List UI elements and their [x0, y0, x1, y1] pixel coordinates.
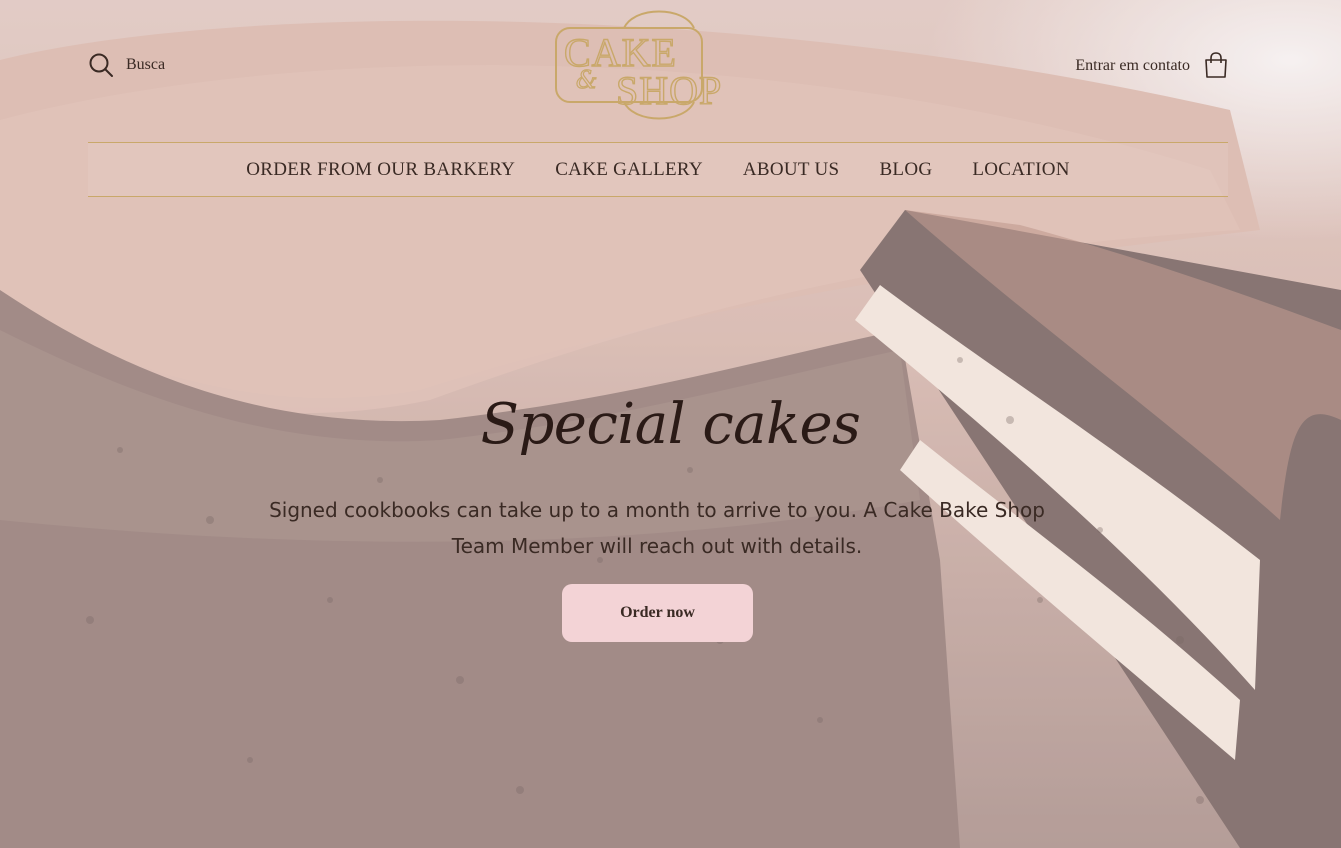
site-header: Busca CAKE SHOP & Entrar em contato	[88, 0, 1228, 142]
search-label[interactable]: Busca	[126, 56, 165, 74]
contact-link[interactable]: Entrar em contato	[1075, 57, 1190, 75]
nav-item-blog[interactable]: BLOG	[879, 159, 932, 181]
search-icon[interactable]	[88, 52, 114, 78]
hero-description: Signed cookbooks can take up to a month …	[269, 498, 1045, 558]
hero-title: Special cakes	[480, 392, 861, 457]
search-button[interactable]: Busca	[88, 52, 165, 78]
svg-text:&: &	[576, 66, 597, 94]
nav-item-order[interactable]: ORDER FROM OUR BARKERY	[246, 159, 515, 181]
main-nav: ORDER FROM OUR BARKERY CAKE GALLERY ABOU…	[88, 142, 1228, 197]
shopping-bag-icon[interactable]	[1204, 52, 1228, 78]
cake-shop-logo[interactable]: CAKE SHOP &	[554, 6, 764, 124]
nav-item-about-us[interactable]: ABOUT US	[743, 159, 840, 181]
order-now-button[interactable]: Order now	[562, 584, 753, 642]
nav-item-location[interactable]: LOCATION	[972, 159, 1069, 181]
logo-text-bottom: SHOP	[616, 68, 722, 113]
nav-item-cake-gallery[interactable]: CAKE GALLERY	[555, 159, 703, 181]
